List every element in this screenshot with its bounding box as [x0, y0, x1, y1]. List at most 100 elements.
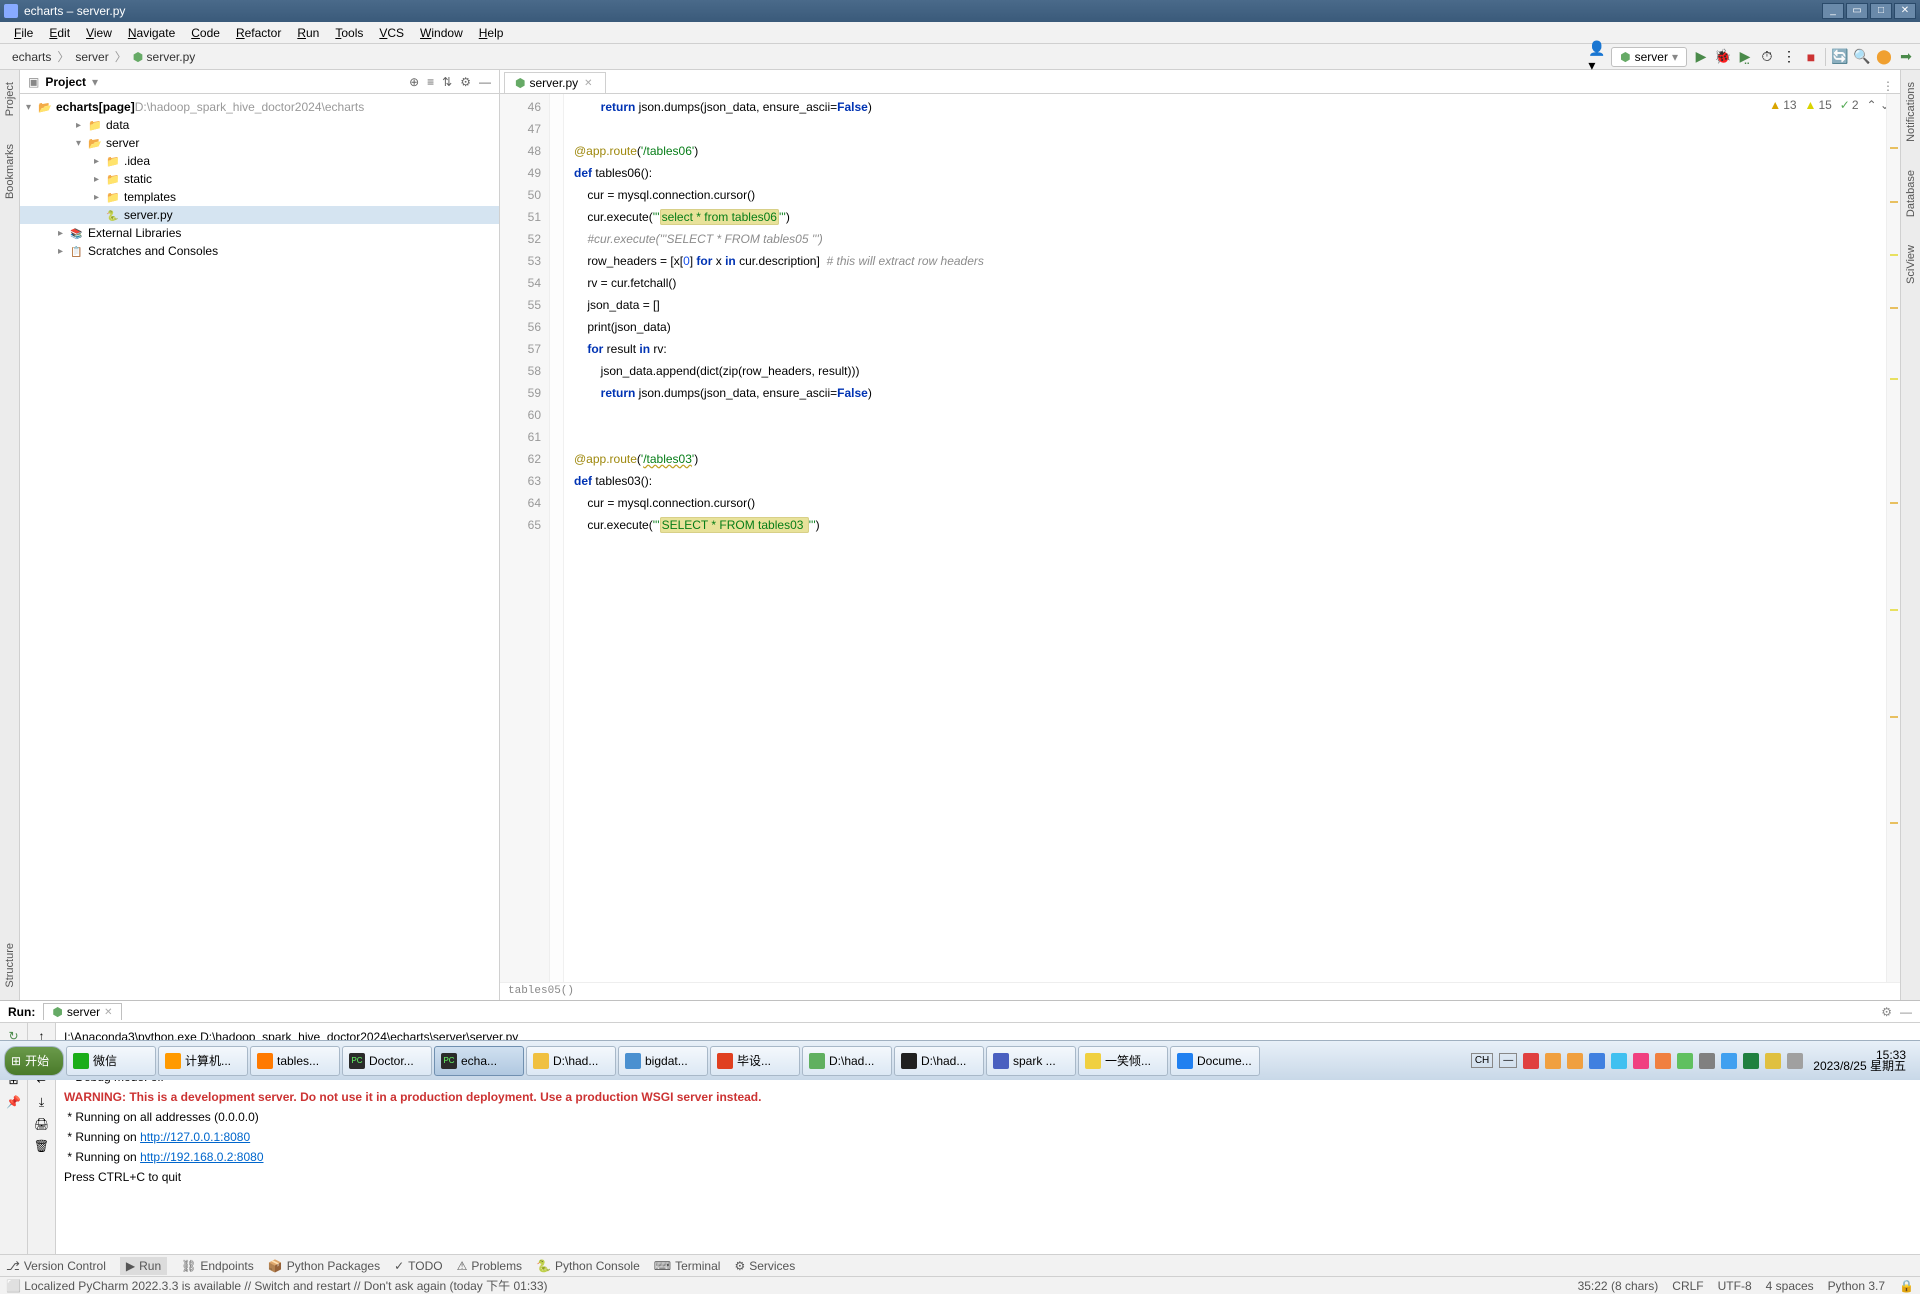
expand-all-icon[interactable]: ≡	[427, 75, 434, 89]
bottom-tab-run[interactable]: ▶Run	[120, 1257, 167, 1275]
bookmarks-side-tab[interactable]: Bookmarks	[2, 140, 18, 203]
status-message[interactable]: ⬜ Localized PyCharm 2022.3.3 is availabl…	[6, 1277, 548, 1294]
breadcrumb-item[interactable]: ⬢ server.py	[127, 48, 202, 66]
menu-view[interactable]: View	[78, 24, 120, 42]
status-eol[interactable]: CRLF	[1672, 1279, 1703, 1293]
tree-item-server[interactable]: ▾server	[20, 134, 499, 152]
stop-run-button[interactable]: ■	[1803, 49, 1819, 65]
print-icon[interactable]: 🖨	[33, 1115, 51, 1133]
tree-item--idea[interactable]: ▸.idea	[20, 152, 499, 170]
coverage-button[interactable]: ▶̤	[1737, 49, 1753, 65]
tray-icon[interactable]	[1743, 1053, 1759, 1069]
locate-icon[interactable]: ⊕	[409, 75, 419, 89]
bottom-tab-terminal[interactable]: ⌨Terminal	[654, 1259, 721, 1273]
tray-icon[interactable]	[1589, 1053, 1605, 1069]
menu-run[interactable]: Run	[289, 24, 327, 42]
run-button[interactable]: ▶	[1693, 49, 1709, 65]
hide-panel-icon[interactable]: —	[479, 75, 491, 89]
start-button[interactable]: ⊞开始	[4, 1046, 64, 1076]
run-config-selector[interactable]: ⬢ server ▾	[1611, 47, 1687, 67]
debug-button[interactable]: 🐞	[1715, 49, 1731, 65]
close-tab-icon[interactable]: ✕	[582, 78, 594, 89]
tray-icon[interactable]	[1699, 1053, 1715, 1069]
settings-icon[interactable]: ⚙	[460, 75, 471, 89]
editor-tabs-menu-icon[interactable]: ⋮	[1882, 79, 1900, 93]
tree-item-data[interactable]: ▸data	[20, 116, 499, 134]
tray-icon[interactable]	[1545, 1053, 1561, 1069]
tray-icon[interactable]	[1655, 1053, 1671, 1069]
taskbar-item[interactable]: 微信	[66, 1046, 156, 1076]
search-everywhere-icon[interactable]: 🔍	[1854, 49, 1870, 65]
bottom-tab-services[interactable]: ⚙Services	[734, 1259, 795, 1273]
run-settings-icon[interactable]: ⚙	[1881, 1005, 1892, 1019]
menu-window[interactable]: Window	[412, 24, 471, 42]
ide-updates-icon[interactable]: ⬤	[1876, 49, 1892, 65]
editor-breadcrumb[interactable]: tables05()	[500, 982, 1900, 1000]
database-side-tab[interactable]: Database	[1903, 166, 1919, 221]
bottom-tab-version-control[interactable]: ⎇Version Control	[6, 1259, 106, 1273]
ime-indicator[interactable]: CH	[1471, 1053, 1493, 1068]
menu-navigate[interactable]: Navigate	[120, 24, 183, 42]
taskbar-item[interactable]: D:\had...	[802, 1046, 892, 1076]
menu-vcs[interactable]: VCS	[371, 24, 412, 42]
scroll-icon[interactable]: ⤓	[33, 1093, 51, 1111]
project-side-tab[interactable]: Project	[2, 78, 18, 120]
pin-icon[interactable]: 📌	[5, 1093, 23, 1111]
breadcrumb-item[interactable]: server	[69, 48, 114, 66]
tray-icon[interactable]	[1787, 1053, 1803, 1069]
bottom-tab-todo[interactable]: ✓TODO	[394, 1259, 443, 1273]
project-tree[interactable]: ▾echarts [page] D:\hadoop_spark_hive_doc…	[20, 94, 499, 264]
tree-item-external-libraries[interactable]: ▸External Libraries	[20, 224, 499, 242]
menu-tools[interactable]: Tools	[327, 24, 371, 42]
taskbar-item[interactable]: D:\had...	[894, 1046, 984, 1076]
bottom-tab-python-packages[interactable]: 📦Python Packages	[268, 1259, 380, 1273]
taskbar-item[interactable]: 计算机...	[158, 1046, 248, 1076]
tree-item-static[interactable]: ▸static	[20, 170, 499, 188]
status-interpreter[interactable]: Python 3.7	[1828, 1279, 1885, 1293]
editor-marker-strip[interactable]	[1886, 94, 1900, 982]
taskbar-item[interactable]: D:\had...	[526, 1046, 616, 1076]
menu-refactor[interactable]: Refactor	[228, 24, 289, 42]
menu-edit[interactable]: Edit	[41, 24, 78, 42]
add-config-icon[interactable]: 👤▾	[1589, 49, 1605, 65]
code-editor[interactable]: 13 15 2 ⌃ ⌄ 4647484950515253545556575859…	[500, 94, 1900, 982]
tree-item-server-py[interactable]: server.py	[20, 206, 499, 224]
taskbar-item[interactable]: bigdat...	[618, 1046, 708, 1076]
taskbar-item[interactable]: Docume...	[1170, 1046, 1260, 1076]
collapse-all-icon[interactable]: ⇅	[442, 75, 452, 89]
status-indent[interactable]: 4 spaces	[1766, 1279, 1814, 1293]
run-tab-server[interactable]: ⬢ server ✕	[43, 1003, 121, 1020]
status-lock-icon[interactable]: 🔒	[1899, 1279, 1914, 1293]
tray-icon[interactable]	[1765, 1053, 1781, 1069]
scipy-side-tab[interactable]: SciView	[1903, 241, 1919, 288]
run-hide-icon[interactable]: —	[1900, 1005, 1912, 1019]
menu-code[interactable]: Code	[183, 24, 228, 42]
tray-icon[interactable]	[1633, 1053, 1649, 1069]
trash-icon[interactable]: 🗑	[33, 1137, 51, 1155]
console-link[interactable]: http://192.168.0.2:8080	[140, 1150, 263, 1164]
structure-side-tab[interactable]: Structure	[2, 939, 18, 992]
editor-tab-server[interactable]: ⬢ server.py ✕	[504, 72, 606, 93]
tree-item-templates[interactable]: ▸templates	[20, 188, 499, 206]
tray-icon[interactable]	[1721, 1053, 1737, 1069]
maximize-button[interactable]: □	[1870, 3, 1892, 19]
tray-icon[interactable]	[1523, 1053, 1539, 1069]
bottom-tab-problems[interactable]: ⚠Problems	[457, 1259, 522, 1273]
tray-icon[interactable]	[1567, 1053, 1583, 1069]
taskbar-item[interactable]: spark ...	[986, 1046, 1076, 1076]
taskbar-item[interactable]: PCecha...	[434, 1046, 524, 1076]
bottom-tab-python-console[interactable]: 🐍Python Console	[536, 1259, 640, 1273]
tree-root[interactable]: ▾echarts [page] D:\hadoop_spark_hive_doc…	[20, 98, 499, 116]
tray-icon[interactable]	[1677, 1053, 1693, 1069]
taskbar-item[interactable]: 一笑倾...	[1078, 1046, 1168, 1076]
menu-file[interactable]: File	[6, 24, 41, 42]
menu-help[interactable]: Help	[471, 24, 512, 42]
tray-icon[interactable]	[1611, 1053, 1627, 1069]
taskbar-item[interactable]: tables...	[250, 1046, 340, 1076]
sync-icon[interactable]: ➡	[1898, 49, 1914, 65]
taskbar-clock[interactable]: 15:33 2023/8/25 星期五	[1809, 1050, 1910, 1072]
tree-item-scratches-and-consoles[interactable]: ▸Scratches and Consoles	[20, 242, 499, 260]
bottom-tab-endpoints[interactable]: ⛓Endpoints	[181, 1259, 254, 1273]
taskbar-item[interactable]: 毕设...	[710, 1046, 800, 1076]
notifications-side-tab[interactable]: Notifications	[1903, 78, 1919, 146]
